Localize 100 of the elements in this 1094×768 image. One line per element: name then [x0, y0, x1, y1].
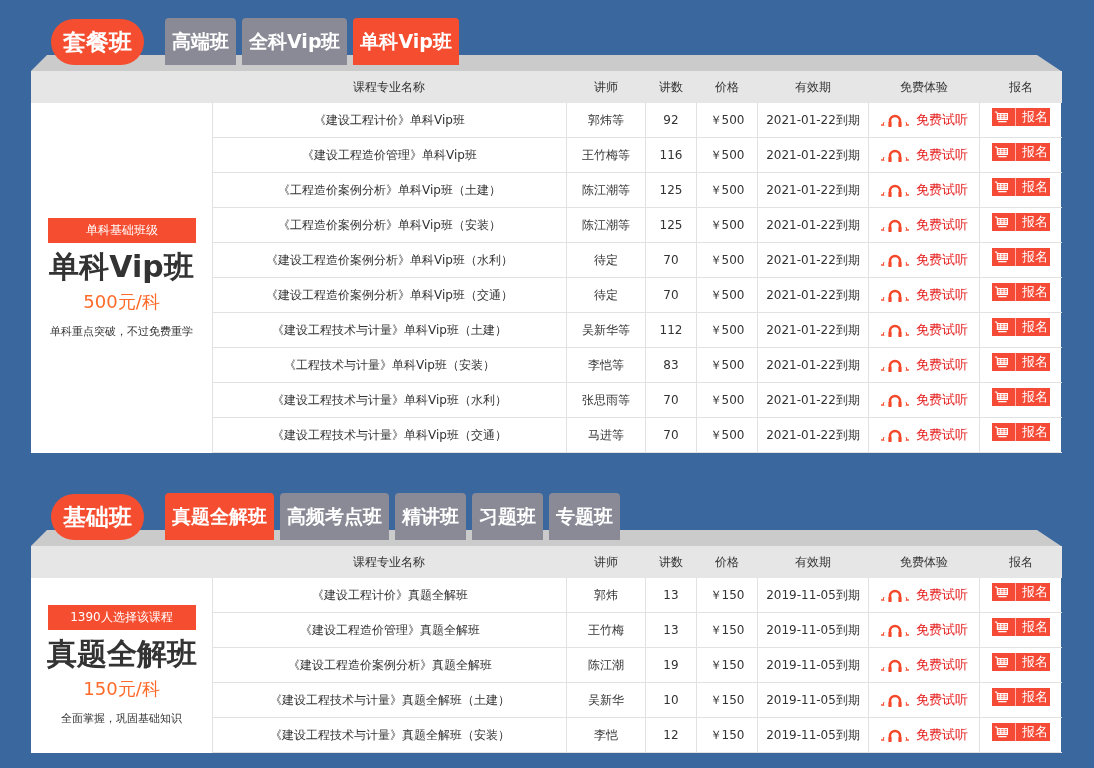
table-cell: 2019-11-05到期: [757, 718, 868, 753]
table-cell: ￥500: [696, 173, 757, 208]
table-cell: ￥500: [696, 243, 757, 278]
free-trial-link[interactable]: 免费试听: [880, 391, 968, 409]
table-cell: ￥150: [696, 648, 757, 683]
table-cell: ￥150: [696, 613, 757, 648]
headphones-icon: [880, 693, 910, 707]
table-cell: 2021-01-22到期: [757, 208, 868, 243]
table-cell: 2019-11-05到期: [757, 578, 868, 613]
table-cell: 2019-11-05到期: [757, 683, 868, 718]
promo-price: 500元/科: [83, 289, 160, 314]
category-tab[interactable]: 高频考点班: [280, 493, 389, 540]
headphones-icon: [880, 148, 910, 162]
free-trial-link[interactable]: 免费试听: [880, 216, 968, 234]
column-header: 讲数: [645, 546, 696, 578]
free-trial-link[interactable]: 免费试听: [880, 356, 968, 374]
column-header: 免费体验: [868, 546, 979, 578]
free-trial-link[interactable]: 免费试听: [880, 586, 968, 604]
signup-button[interactable]: 报名: [992, 423, 1050, 441]
headphones-icon: [880, 623, 910, 637]
category-tab[interactable]: 习题班: [472, 493, 543, 540]
headphones-icon: [880, 728, 910, 742]
cart-icon: [994, 390, 1010, 404]
free-trial-link[interactable]: 免费试听: [880, 146, 968, 164]
table-cell: 2021-01-22到期: [757, 348, 868, 383]
column-header: 有效期: [757, 546, 868, 578]
table-cell: 王竹梅等: [566, 138, 645, 173]
table-cell: 2019-11-05到期: [757, 648, 868, 683]
cart-icon: [994, 250, 1010, 264]
table-cell: 2021-01-22到期: [757, 383, 868, 418]
free-trial-link[interactable]: 免费试听: [880, 426, 968, 444]
free-trial-link[interactable]: 免费试听: [880, 691, 968, 709]
course-name: 《建设工程技术与计量》真题全解班（土建）: [212, 683, 566, 718]
promo-name: 单科Vip班: [49, 247, 194, 286]
column-header: 讲师: [566, 546, 645, 578]
signup-button[interactable]: 报名: [992, 143, 1050, 161]
table-cell: 李恺等: [566, 348, 645, 383]
table-cell: 郭炜: [566, 578, 645, 613]
free-trial-link[interactable]: 免费试听: [880, 111, 968, 129]
table-cell: 2021-01-22到期: [757, 278, 868, 313]
category-tab[interactable]: 专题班: [549, 493, 620, 540]
signup-button[interactable]: 报名: [992, 618, 1050, 636]
table-cell: 2021-01-22到期: [757, 103, 868, 138]
signup-button[interactable]: 报名: [992, 283, 1050, 301]
signup-button[interactable]: 报名: [992, 108, 1050, 126]
table-cell: 112: [645, 313, 696, 348]
section-title: 套餐班: [51, 19, 144, 65]
category-tab[interactable]: 高端班: [165, 18, 236, 65]
table-cell: 吴新华等: [566, 313, 645, 348]
signup-button[interactable]: 报名: [992, 723, 1050, 741]
course-name: 《建设工程计价》真题全解班: [212, 578, 566, 613]
table-cell: ￥500: [696, 103, 757, 138]
free-trial-link[interactable]: 免费试听: [880, 181, 968, 199]
signup-button[interactable]: 报名: [992, 353, 1050, 371]
category-tab[interactable]: 真题全解班: [165, 493, 274, 540]
column-header: 价格: [696, 546, 757, 578]
column-header: 报名: [979, 546, 1062, 578]
free-trial-link[interactable]: 免费试听: [880, 656, 968, 674]
free-trial-link[interactable]: 免费试听: [880, 726, 968, 744]
headphones-icon: [880, 253, 910, 267]
column-header: 有效期: [757, 71, 868, 103]
cart-icon: [994, 285, 1010, 299]
column-header: 课程专业名称: [212, 546, 566, 578]
headphones-icon: [880, 393, 910, 407]
course-name: 《建设工程计价》单科Vip班: [212, 103, 566, 138]
table-cell: 待定: [566, 278, 645, 313]
category-tab[interactable]: 全科Vip班: [242, 18, 348, 65]
table-cell: 2021-01-22到期: [757, 138, 868, 173]
signup-button[interactable]: 报名: [992, 248, 1050, 266]
table-cell: ￥500: [696, 208, 757, 243]
table-cell: 马进等: [566, 418, 645, 453]
free-trial-link[interactable]: 免费试听: [880, 621, 968, 639]
table-cell: 70: [645, 278, 696, 313]
category-tab[interactable]: 单科Vip班: [353, 18, 459, 65]
category-tab[interactable]: 精讲班: [395, 493, 466, 540]
signup-button[interactable]: 报名: [992, 653, 1050, 671]
signup-button[interactable]: 报名: [992, 583, 1050, 601]
signup-button[interactable]: 报名: [992, 388, 1050, 406]
table-cell: 陈江潮等: [566, 173, 645, 208]
table-cell: 2021-01-22到期: [757, 418, 868, 453]
promo-note: 单科重点突破，不过免费重学: [50, 323, 193, 339]
table-cell: 陈江潮: [566, 648, 645, 683]
signup-button[interactable]: 报名: [992, 213, 1050, 231]
course-name: 《建设工程造价案例分析》真题全解班: [212, 648, 566, 683]
column-header: 课程专业名称: [212, 71, 566, 103]
table-cell: ￥500: [696, 348, 757, 383]
signup-button[interactable]: 报名: [992, 318, 1050, 336]
signup-button[interactable]: 报名: [992, 688, 1050, 706]
table-cell: ￥500: [696, 278, 757, 313]
cart-icon: [994, 690, 1010, 704]
signup-button[interactable]: 报名: [992, 178, 1050, 196]
cart-icon: [994, 585, 1010, 599]
cart-icon: [994, 425, 1010, 439]
table-cell: 116: [645, 138, 696, 173]
table-cell: 70: [645, 418, 696, 453]
free-trial-link[interactable]: 免费试听: [880, 251, 968, 269]
free-trial-link[interactable]: 免费试听: [880, 286, 968, 304]
course-name: 《建设工程技术与计量》单科Vip班（水利）: [212, 383, 566, 418]
free-trial-link[interactable]: 免费试听: [880, 321, 968, 339]
course-name: 《工程造价案例分析》单科Vip班（土建）: [212, 173, 566, 208]
